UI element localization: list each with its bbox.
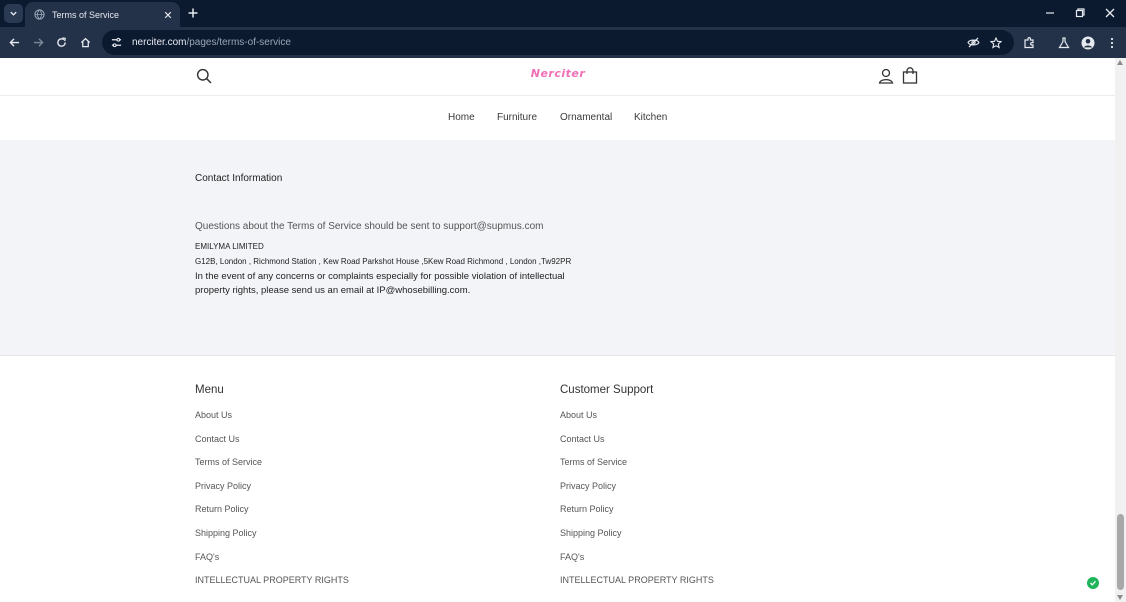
footer-menu-link[interactable]: INTELLECTUAL PROPERTY RIGHTS [195,575,495,599]
home-icon [80,37,91,48]
reload-button[interactable] [52,33,71,52]
flask-icon [1057,36,1070,48]
ip-notice: In the event of any concerns or complain… [195,271,565,296]
restore-button[interactable] [1069,4,1091,22]
new-tab-button[interactable] [185,5,201,21]
footer-support-heading: Customer Support [560,384,654,396]
user-icon [878,68,894,84]
minimize-icon [1046,12,1054,14]
footer-menu-link[interactable]: Privacy Policy [195,481,495,505]
close-icon [1105,8,1115,18]
contact-question: Questions about the Terms of Service sho… [195,221,544,232]
url-text: nerciter.com/pages/terms-of-service [132,37,291,48]
site-header: Nerciter [0,58,1115,96]
eye-off-icon[interactable] [965,34,982,51]
footer-menu: Menu About Us Contact Us Terms of Servic… [195,384,495,599]
nav-item-ornamental[interactable]: Ornamental [560,112,612,123]
back-button[interactable] [5,33,24,52]
restore-icon [1075,8,1085,18]
chevron-down-icon [10,11,17,16]
footer-support-link[interactable]: Terms of Service [560,457,860,481]
labs-button[interactable] [1054,33,1073,52]
url-host: nerciter.com [132,37,187,48]
profile-button[interactable] [1078,33,1097,52]
extensions-button[interactable] [1019,33,1038,52]
footer-menu-link[interactable]: Contact Us [195,434,495,458]
footer-support-link[interactable]: Shipping Policy [560,528,860,552]
site-footer: Menu About Us Contact Us Terms of Servic… [0,357,1115,602]
scroll-up-arrow[interactable] [1117,60,1123,65]
bookmark-star-icon[interactable] [987,34,1004,51]
terms-content: Contact Information Questions about the … [0,140,1115,356]
account-circle-icon [1081,36,1094,49]
footer-support-link[interactable]: Return Policy [560,504,860,528]
puzzle-icon [1023,36,1034,48]
company-name: EMILYMA LIMITED [195,242,264,251]
footer-support-link[interactable]: FAQ's [560,552,860,576]
footer-menu-heading: Menu [195,384,224,396]
home-button[interactable] [76,33,95,52]
arrow-left-icon [9,38,20,47]
reload-icon [57,37,66,47]
close-window-button[interactable] [1099,4,1121,22]
footer-menu-link[interactable]: About Us [195,410,495,434]
footer-support-link[interactable]: Privacy Policy [560,481,860,505]
footer-support-link[interactable]: About Us [560,410,860,434]
scroll-down-arrow[interactable] [1117,595,1123,600]
address-bar[interactable]: nerciter.com/pages/terms-of-service [102,30,1014,55]
tab-title: Terms of Service [52,9,120,20]
nav-item-kitchen[interactable]: Kitchen [634,112,667,123]
browser-menu-button[interactable] [1102,33,1121,52]
main-navigation: Home Furniture Ornamental Kitchen [0,96,1115,140]
tab-close-button[interactable] [160,7,176,23]
site-info-icon[interactable] [108,35,124,51]
footer-support-link[interactable]: Contact Us [560,434,860,458]
active-tab[interactable]: Terms of Service [25,2,180,27]
scroll-thumb[interactable] [1117,514,1124,590]
close-icon [164,11,172,18]
plus-icon [188,8,198,18]
footer-support: Customer Support About Us Contact Us Ter… [560,384,860,599]
contact-heading: Contact Information [195,173,283,184]
nav-item-furniture[interactable]: Furniture [497,112,537,123]
footer-support-link[interactable]: INTELLECTUAL PROPERTY RIGHTS [560,575,860,599]
browser-toolbar: nerciter.com/pages/terms-of-service [0,27,1126,58]
account-button[interactable] [878,68,895,85]
browser-tab-bar: Terms of Service [0,0,1126,27]
page-scrollbar[interactable] [1115,58,1126,602]
more-vertical-icon [1110,37,1113,48]
forward-button[interactable] [29,33,48,52]
url-path: /pages/terms-of-service [186,37,291,48]
search-icon [196,68,212,84]
footer-menu-link[interactable]: FAQ's [195,552,495,576]
arrow-right-icon [33,38,44,47]
page-viewport: Nerciter Home Furniture Ornamental Kitch… [0,58,1115,602]
company-address: G12B, London , Richmond Station , Kew Ro… [195,257,572,266]
nav-item-home[interactable]: Home [448,112,475,123]
check-circle-icon[interactable] [1087,577,1099,589]
tab-search-button[interactable] [4,4,23,23]
globe-icon [33,9,45,21]
shopping-bag-icon [902,67,918,84]
footer-menu-link[interactable]: Return Policy [195,504,495,528]
footer-menu-link[interactable]: Shipping Policy [195,528,495,552]
site-logo[interactable]: Nerciter [508,67,608,80]
search-button[interactable] [196,68,213,85]
cart-button[interactable] [902,67,919,85]
footer-menu-link[interactable]: Terms of Service [195,457,495,481]
minimize-button[interactable] [1039,4,1061,22]
